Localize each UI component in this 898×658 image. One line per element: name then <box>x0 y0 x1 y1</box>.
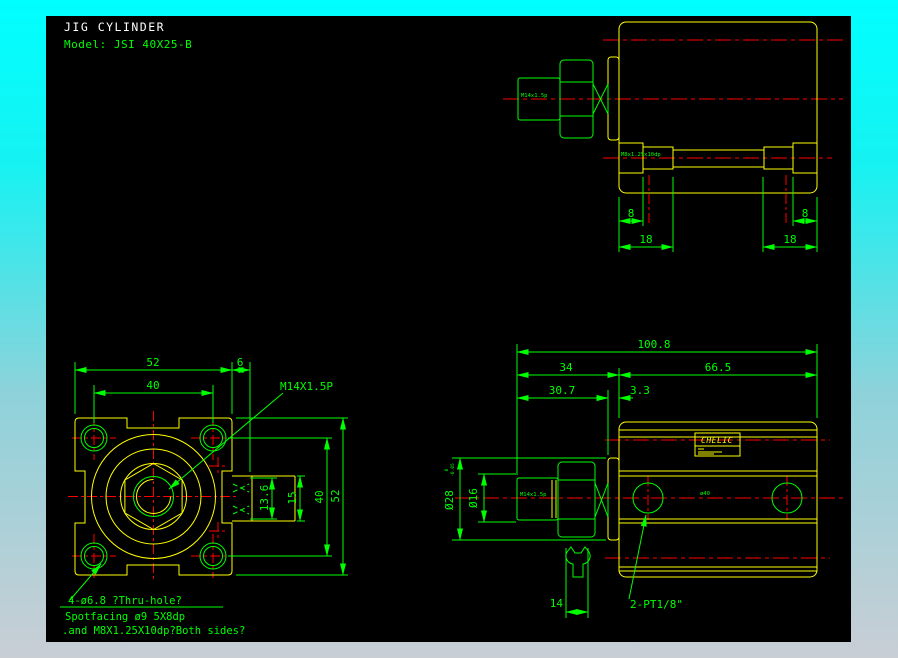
dim-label: 14 <box>550 597 564 610</box>
dim-label: 66.5 <box>705 361 732 374</box>
mount-thread-label: M8x1.25x10dp <box>621 152 661 158</box>
note-line-2: Spotfacing ø9 5X8dp <box>65 611 185 623</box>
dim-label: 52 <box>146 356 159 369</box>
dim-label: 8 <box>802 207 809 220</box>
rod-thread-label: M14x1.5p <box>520 492 547 498</box>
dim-label: 13.6 <box>258 485 271 512</box>
dim-label: 18 <box>639 233 652 246</box>
brand-label: CHELIC <box>701 436 733 445</box>
dim-label: Ø16 <box>467 488 480 508</box>
dim-label: 18 <box>783 233 796 246</box>
rod-thread-label: M14x1.5p <box>521 93 548 99</box>
dim-label: 34 <box>559 361 573 374</box>
drawing-model: Model: JSI 40X25-B <box>64 38 192 51</box>
dim-label: 30.7 <box>549 384 576 397</box>
note-line-3: .and M8X1.25X10dp?Both sides? <box>62 625 245 637</box>
dim-label: 100.8 <box>637 338 670 351</box>
dim-label: Ø28 <box>443 490 456 510</box>
thread-callout-label: M14X1.5P <box>280 380 333 393</box>
tolerance-upper: 0 <box>444 468 450 471</box>
port-callout-label: 2-PT1/8" <box>630 598 683 611</box>
tolerance-lower: -0.05 <box>450 463 456 477</box>
cad-screenshot: JIG CYLINDER Model: JSI 40X25-B M14x1.5p… <box>0 0 898 658</box>
bore-label: ø40 <box>700 491 710 497</box>
dim-label: 6 <box>237 356 244 369</box>
dim-label: 8 <box>628 207 635 220</box>
dim-label: 40 <box>313 490 326 503</box>
dim-label: 3.3 <box>630 384 650 397</box>
note-line-1: 4-ø6.8 ?Thru-hole? <box>68 595 182 607</box>
drawing-canvas[interactable] <box>46 16 851 642</box>
dim-label: 52 <box>329 489 342 502</box>
dim-label: 40 <box>146 379 159 392</box>
dim-label: 15 <box>286 491 299 504</box>
drawing-title: JIG CYLINDER <box>64 20 165 34</box>
